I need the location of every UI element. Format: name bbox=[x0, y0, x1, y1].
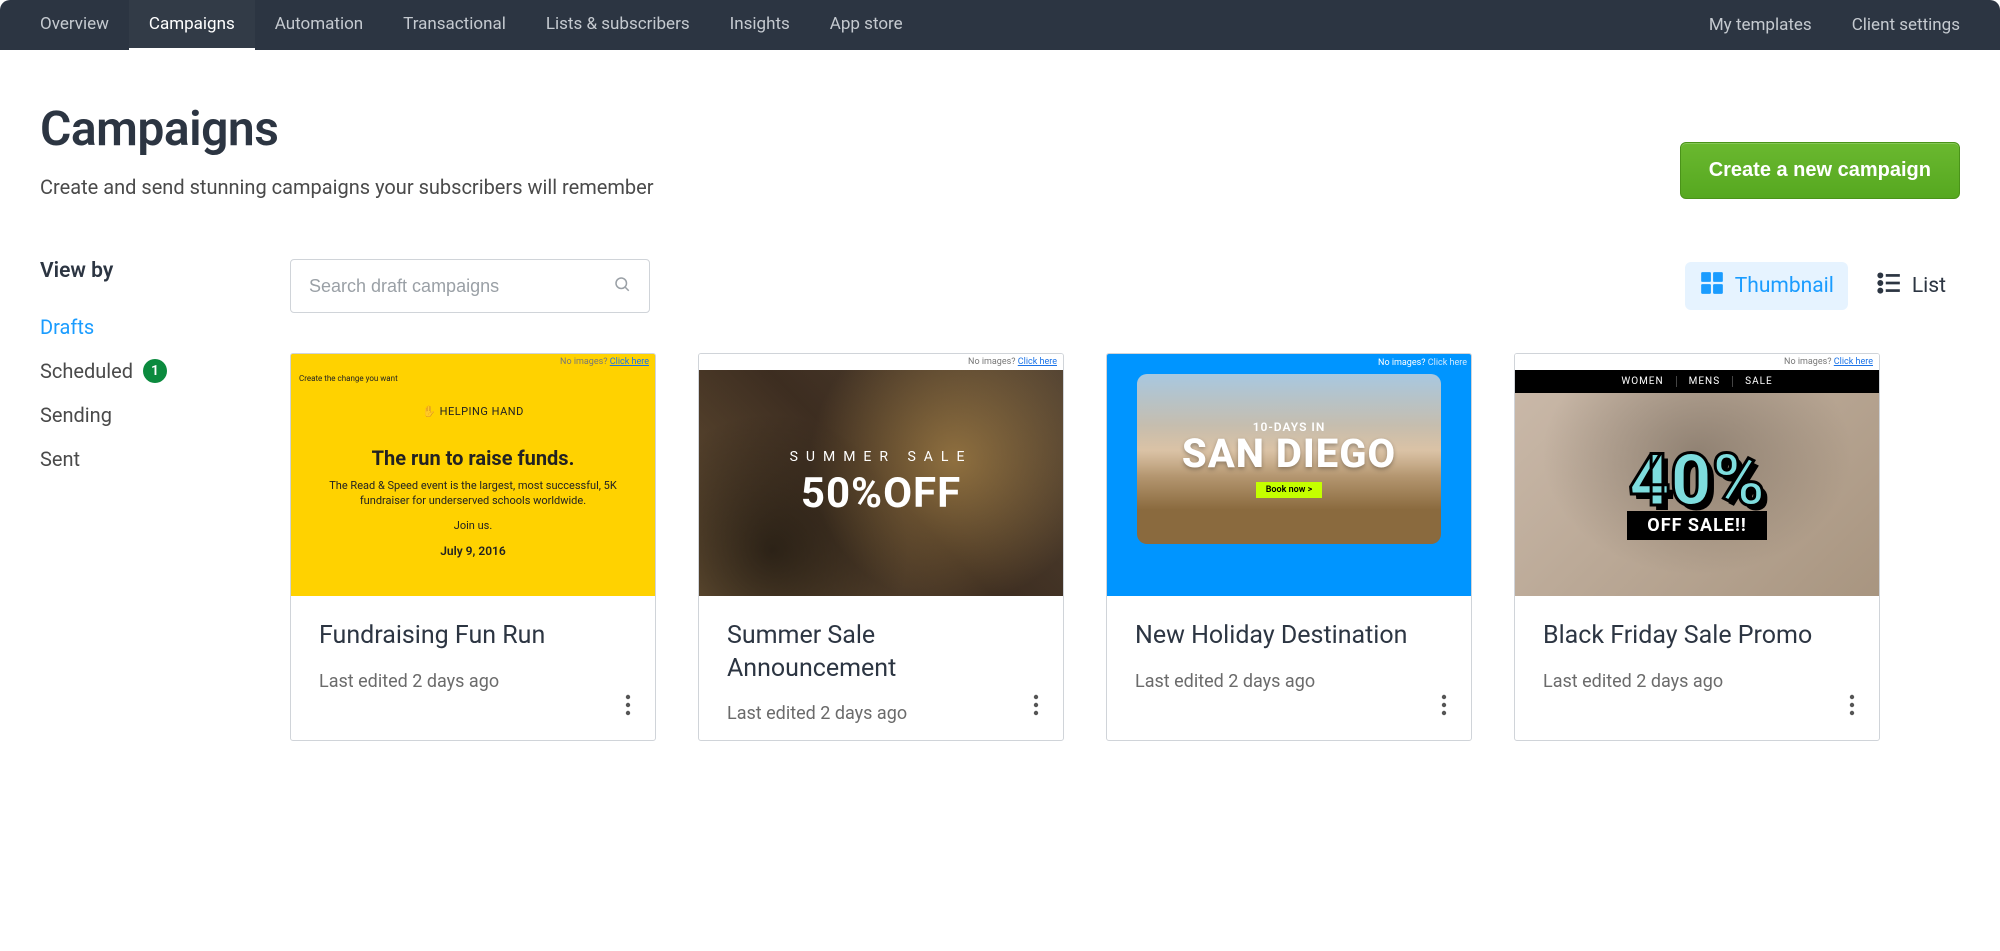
campaign-subtitle: Last edited 2 days ago bbox=[727, 703, 1035, 724]
thumb-topnote: Create the change you want bbox=[291, 370, 655, 387]
top-nav: Overview Campaigns Automation Transactio… bbox=[0, 0, 2000, 50]
more-menu-button[interactable] bbox=[1433, 686, 1455, 728]
campaign-title: New Holiday Destination bbox=[1135, 620, 1443, 653]
nav-automation[interactable]: Automation bbox=[255, 0, 383, 51]
sidebar-item-drafts[interactable]: Drafts bbox=[40, 305, 290, 349]
thumb-linkbar: No images? Click here bbox=[1137, 358, 1467, 368]
campaign-subtitle: Last edited 2 days ago bbox=[1135, 671, 1443, 692]
cards-grid: No images? Click here Create the change … bbox=[290, 353, 1960, 741]
sidebar-item-label: Sending bbox=[40, 403, 112, 427]
sidebar-item-sent[interactable]: Sent bbox=[40, 437, 290, 481]
nav-app-store[interactable]: App store bbox=[810, 0, 923, 51]
thumb-cta: Book now > bbox=[1256, 482, 1323, 498]
campaign-thumbnail: No images? Click here WOMENMENSSALE 40% … bbox=[1515, 354, 1879, 596]
search-input[interactable] bbox=[309, 276, 613, 297]
more-icon bbox=[1033, 701, 1039, 720]
more-icon bbox=[1849, 701, 1855, 720]
search-icon bbox=[613, 275, 631, 297]
campaign-thumbnail: No images? Click here Create the change … bbox=[291, 354, 655, 596]
view-thumbnail-button[interactable]: Thumbnail bbox=[1685, 262, 1848, 310]
nav-my-templates[interactable]: My templates bbox=[1689, 1, 1832, 49]
sidebar-heading: View by bbox=[40, 259, 290, 283]
view-label: Thumbnail bbox=[1735, 274, 1834, 298]
nav-campaigns[interactable]: Campaigns bbox=[129, 0, 255, 51]
grid-icon bbox=[1699, 270, 1725, 302]
thumb-main-text: SAN DIEGO bbox=[1182, 434, 1396, 474]
more-menu-button[interactable] bbox=[1841, 686, 1863, 728]
view-list-button[interactable]: List bbox=[1862, 262, 1960, 310]
thumb-date: July 9, 2016 bbox=[291, 544, 655, 558]
more-icon bbox=[1441, 701, 1447, 720]
badge: 1 bbox=[143, 359, 167, 383]
more-menu-button[interactable] bbox=[1025, 686, 1047, 728]
thumb-small-text: SUMMER SALE bbox=[790, 449, 973, 465]
nav-transactional[interactable]: Transactional bbox=[383, 0, 526, 51]
campaign-thumbnail: No images? Click here SUMMER SALE 50%OFF bbox=[699, 354, 1063, 596]
campaign-card[interactable]: No images? Click here SUMMER SALE 50%OFF… bbox=[698, 353, 1064, 741]
nav-overview[interactable]: Overview bbox=[20, 0, 129, 51]
sidebar-item-label: Scheduled bbox=[40, 359, 133, 383]
thumb-logo: ✋ HELPING HAND bbox=[291, 405, 655, 418]
more-icon bbox=[625, 701, 631, 720]
campaign-card[interactable]: No images? Click here WOMENMENSSALE 40% … bbox=[1514, 353, 1880, 741]
campaign-card[interactable]: No images? Click here Create the change … bbox=[290, 353, 656, 741]
thumb-join: Join us. bbox=[291, 519, 655, 532]
campaign-subtitle: Last edited 2 days ago bbox=[319, 671, 627, 692]
nav-right: My templates Client settings bbox=[1689, 1, 1980, 49]
campaign-thumbnail: No images? Click here 10-DAYS IN SAN DIE… bbox=[1107, 354, 1471, 596]
thumb-menubar: WOMENMENSSALE bbox=[1515, 370, 1879, 393]
sidebar-item-sending[interactable]: Sending bbox=[40, 393, 290, 437]
campaign-title: Fundraising Fun Run bbox=[319, 620, 627, 653]
thumb-linkbar: No images? Click here bbox=[699, 354, 1063, 370]
create-campaign-button[interactable]: Create a new campaign bbox=[1680, 142, 1960, 199]
search-box[interactable] bbox=[290, 259, 650, 313]
page-title: Campaigns bbox=[40, 100, 654, 157]
nav-client-settings[interactable]: Client settings bbox=[1832, 1, 1980, 49]
nav-lists-subscribers[interactable]: Lists & subscribers bbox=[526, 0, 710, 51]
view-label: List bbox=[1912, 274, 1946, 298]
campaign-title: Summer Sale Announcement bbox=[727, 620, 1035, 685]
sidebar-item-scheduled[interactable]: Scheduled 1 bbox=[40, 349, 290, 393]
thumb-headline: The run to raise funds. bbox=[291, 446, 655, 470]
campaign-subtitle: Last edited 2 days ago bbox=[1543, 671, 1851, 692]
thumb-linkbar: No images? Click here bbox=[1515, 354, 1879, 370]
nav-left: Overview Campaigns Automation Transactio… bbox=[20, 0, 923, 51]
thumb-big-text: 50%OFF bbox=[801, 469, 961, 518]
thumb-forty: 40% bbox=[1629, 449, 1766, 514]
sidebar: View by Drafts Scheduled 1 Sending Sent bbox=[40, 259, 290, 741]
more-menu-button[interactable] bbox=[617, 686, 639, 728]
campaign-title: Black Friday Sale Promo bbox=[1543, 620, 1851, 653]
sidebar-item-label: Sent bbox=[40, 447, 80, 471]
page-subtitle: Create and send stunning campaigns your … bbox=[40, 175, 654, 199]
thumb-body: The Read & Speed event is the largest, m… bbox=[291, 478, 655, 509]
list-icon bbox=[1876, 270, 1902, 302]
view-switch: Thumbnail List bbox=[1685, 262, 1960, 310]
campaign-card[interactable]: No images? Click here 10-DAYS IN SAN DIE… bbox=[1106, 353, 1472, 741]
thumb-off: OFF SALE!! bbox=[1627, 511, 1766, 540]
nav-insights[interactable]: Insights bbox=[710, 0, 810, 51]
sidebar-item-label: Drafts bbox=[40, 315, 94, 339]
thumb-linkbar: No images? Click here bbox=[291, 354, 655, 370]
